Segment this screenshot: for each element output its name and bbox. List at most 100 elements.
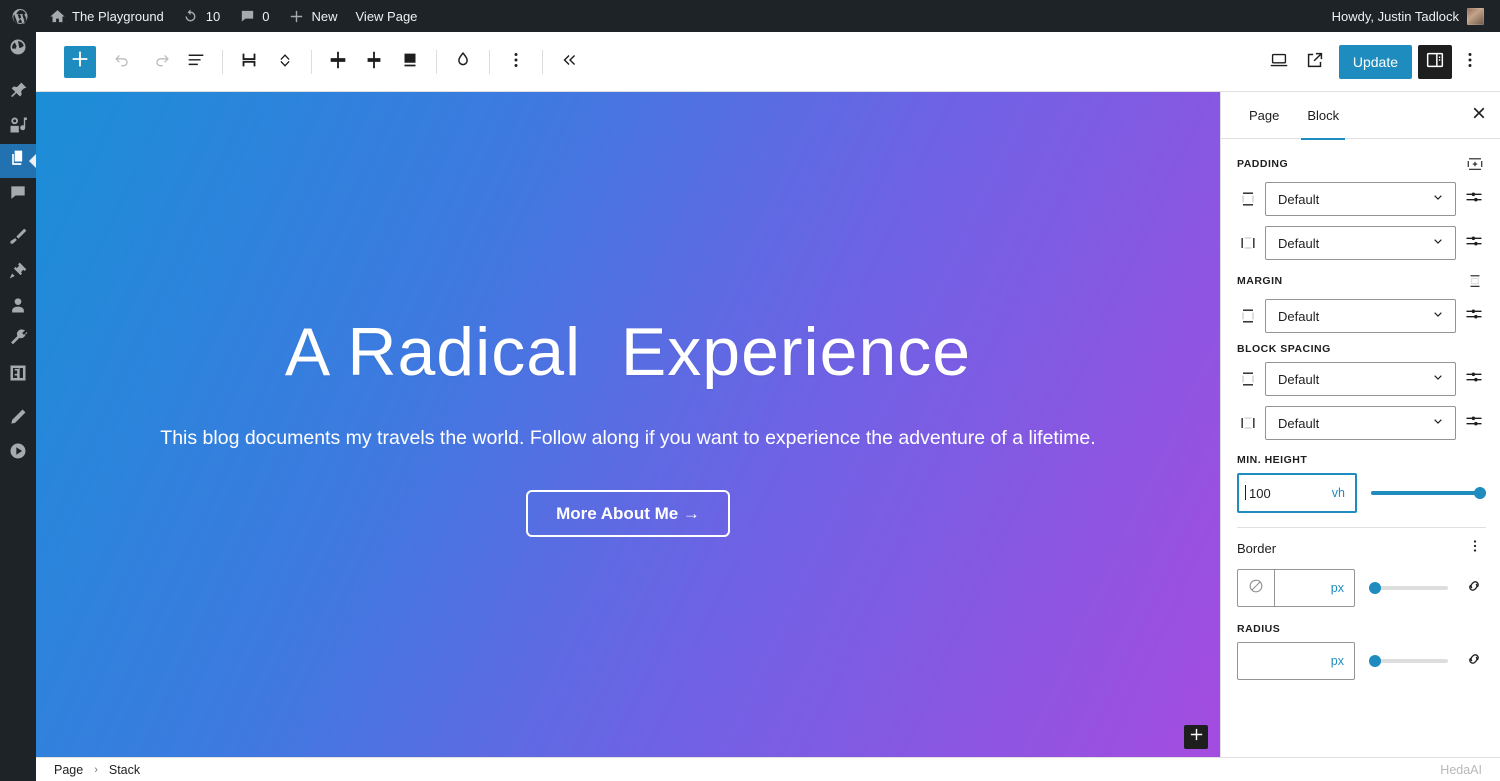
border-panel-header: Border — [1237, 527, 1486, 569]
move-block-button[interactable] — [267, 44, 303, 80]
side-vertical-icon — [1237, 366, 1259, 392]
block-spacing-vertical-custom-button[interactable] — [1462, 367, 1486, 391]
radius-input[interactable]: px — [1237, 642, 1355, 680]
view-site-button[interactable] — [1297, 44, 1333, 80]
sidebar-item-appearance[interactable] — [0, 222, 36, 256]
wrench-icon — [8, 328, 28, 354]
link-icon — [1464, 576, 1484, 601]
min-height-unit[interactable]: vh — [1332, 486, 1345, 500]
border-color-swatch[interactable] — [1238, 570, 1275, 606]
more-vertical-icon — [505, 49, 527, 74]
more-about-me-button[interactable]: More About Me → — [526, 489, 730, 537]
settings-panel-toggle[interactable] — [1418, 44, 1452, 79]
breadcrumb-item-page[interactable]: Page — [52, 763, 85, 777]
block-type-button[interactable] — [231, 44, 267, 80]
sidebar-item-play[interactable] — [0, 436, 36, 470]
new-content-button[interactable]: New — [278, 0, 346, 32]
align-center-button[interactable] — [320, 44, 356, 80]
align-bottom-button[interactable] — [392, 44, 428, 80]
updates-button[interactable]: 10 — [173, 0, 229, 32]
preview-button[interactable] — [1261, 44, 1297, 80]
user-icon — [8, 295, 28, 320]
plus-icon — [69, 48, 91, 75]
block-appender-button[interactable] — [1184, 725, 1208, 749]
border-link-sides-button[interactable] — [1462, 576, 1486, 600]
border-options-button[interactable] — [1464, 538, 1486, 560]
color-options-button[interactable] — [445, 44, 481, 80]
sidebar-item-posts[interactable] — [0, 76, 36, 110]
cover-block[interactable]: A Radical Experience This blog documents… — [36, 92, 1220, 757]
border-width-unit[interactable]: px — [1331, 581, 1354, 595]
block-options-button[interactable] — [498, 44, 534, 80]
plus-icon — [287, 7, 305, 25]
add-block-button[interactable] — [64, 45, 96, 78]
comment-bubble-icon — [238, 7, 256, 25]
sidebar-item-pages[interactable] — [0, 144, 36, 178]
site-name-button[interactable]: The Playground — [39, 0, 173, 32]
border-width-control[interactable]: px — [1237, 569, 1355, 607]
list-view-button[interactable] — [178, 44, 214, 80]
editor-options-button[interactable] — [1452, 44, 1488, 80]
align-vertical-button[interactable] — [356, 44, 392, 80]
comments-button[interactable]: 0 — [229, 0, 278, 32]
undo-button[interactable] — [106, 44, 142, 80]
margin-vertical-custom-button[interactable] — [1462, 304, 1486, 328]
sidebar-item-dashboard[interactable] — [0, 32, 36, 66]
block-spacing-horizontal-custom-button[interactable] — [1462, 411, 1486, 435]
wordpress-logo-button[interactable] — [0, 0, 39, 32]
border-width-slider[interactable] — [1369, 578, 1448, 598]
hero-paragraph[interactable]: This blog documents my travels the world… — [160, 427, 1095, 450]
editor-app: The Playground 10 0 New View Page Howdy,… — [0, 0, 1500, 781]
hero-heading[interactable]: A Radical Experience — [285, 313, 971, 391]
update-button[interactable]: Update — [1338, 44, 1412, 79]
double-chevron-left-icon — [558, 49, 580, 74]
padding-horizontal-value: Default — [1278, 235, 1320, 251]
sidebar-item-tools[interactable] — [0, 324, 36, 358]
close-sidebar-button[interactable] — [1462, 98, 1496, 132]
block-spacing-vertical-select[interactable]: Default — [1265, 362, 1456, 396]
media-icon — [8, 115, 28, 140]
collapse-toolbar-button[interactable] — [551, 44, 587, 80]
tab-block[interactable]: Block — [1293, 92, 1353, 140]
chevron-down-icon — [1429, 413, 1447, 434]
sides-vertical-icon[interactable] — [1464, 270, 1486, 292]
margin-vertical-select[interactable]: Default — [1265, 299, 1456, 333]
min-height-slider[interactable] — [1371, 483, 1486, 503]
comment-icon — [8, 183, 28, 208]
sidebar-item-comments[interactable] — [0, 178, 36, 212]
sidebar-item-media[interactable] — [0, 110, 36, 144]
block-spacing-vertical-row: Default — [1237, 362, 1486, 396]
radius-link-corners-button[interactable] — [1462, 649, 1486, 673]
block-spacing-horizontal-select[interactable]: Default — [1265, 406, 1456, 440]
min-height-value: 100 — [1245, 484, 1271, 501]
account-menu[interactable]: Howdy, Justin Tadlock — [1326, 0, 1490, 32]
padding-vertical-custom-button[interactable] — [1462, 187, 1486, 211]
min-height-input[interactable]: 100 vh — [1237, 473, 1357, 513]
sidebar-item-edit[interactable] — [0, 402, 36, 436]
padding-vertical-value: Default — [1278, 191, 1320, 207]
redo-button[interactable] — [142, 44, 178, 80]
block-spacing-horizontal-row: Default — [1237, 406, 1486, 440]
editor-canvas[interactable]: A Radical Experience This blog documents… — [36, 92, 1220, 757]
slider-thumb[interactable] — [1369, 655, 1381, 667]
padding-horizontal-select[interactable]: Default — [1265, 226, 1456, 260]
view-page-label: View Page — [355, 8, 418, 24]
min-height-label: MIN. HEIGHT — [1237, 454, 1308, 466]
block-spacing-horizontal-value: Default — [1278, 415, 1320, 431]
slider-thumb[interactable] — [1474, 487, 1486, 499]
sides-horizontal-icon[interactable] — [1464, 153, 1486, 175]
breadcrumb-item-stack[interactable]: Stack — [107, 763, 142, 777]
view-page-button[interactable]: View Page — [347, 0, 427, 32]
new-label: New — [311, 8, 338, 24]
sidebar-item-users[interactable] — [0, 290, 36, 324]
padding-vertical-select[interactable]: Default — [1265, 182, 1456, 216]
radius-slider[interactable] — [1369, 651, 1448, 671]
wordpress-logo-icon — [11, 7, 29, 25]
padding-horizontal-custom-button[interactable] — [1462, 231, 1486, 255]
slider-thumb[interactable] — [1369, 582, 1381, 594]
sidebar-item-plugins[interactable] — [0, 256, 36, 290]
sidebar-item-settings[interactable] — [0, 358, 36, 392]
tab-page[interactable]: Page — [1235, 92, 1293, 139]
move-up-down-icon — [274, 49, 296, 74]
radius-unit[interactable]: px — [1331, 654, 1344, 668]
